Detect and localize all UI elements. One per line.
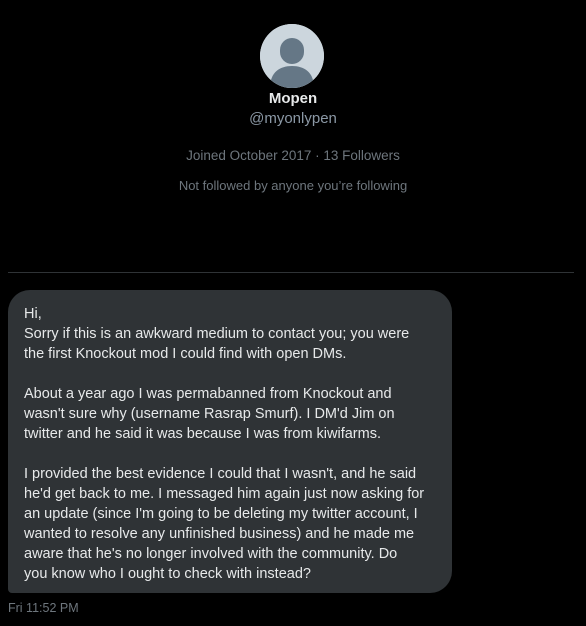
message-line: twitter and he said it was because I was…	[24, 426, 381, 442]
message-line: he'd get back to me. I messaged him agai…	[24, 486, 425, 502]
message-line: Hi,	[24, 306, 42, 322]
message-bubble[interactable]: Hi, Sorry if this is an awkward medium t…	[8, 290, 452, 593]
followed-by-status: Not followed by anyone you’re following	[178, 178, 408, 193]
message-line: About a year ago I was permabanned from …	[24, 386, 392, 402]
dm-conversation: Mopen @myonlypen Joined October 2017 · 1…	[0, 0, 586, 626]
message-timestamp: Fri 11:52 PM	[8, 601, 79, 615]
message-line: wanted to resolve any unfinished busines…	[24, 526, 415, 542]
message-line: Sorry if this is an awkward medium to co…	[24, 326, 410, 342]
message-line: I provided the best evidence I could tha…	[24, 466, 417, 482]
message-line: the first Knockout mod I could find with…	[24, 346, 347, 362]
profile-handle[interactable]: @myonlypen	[0, 111, 586, 127]
profile-name[interactable]: Mopen	[0, 91, 586, 107]
default-user-icon	[260, 24, 324, 88]
message-line: you know who I ought to check with inste…	[24, 566, 311, 582]
avatar[interactable]	[260, 24, 324, 88]
message-line: an update (since I'm going to be deletin…	[24, 506, 418, 522]
divider	[8, 272, 574, 273]
message-line: wasn't sure why (username Rasrap Smurf).…	[24, 406, 395, 422]
message-line: aware that he's no longer involved with …	[24, 546, 398, 562]
profile-joined-followers: Joined October 2017 · 13 Followers	[186, 148, 400, 163]
